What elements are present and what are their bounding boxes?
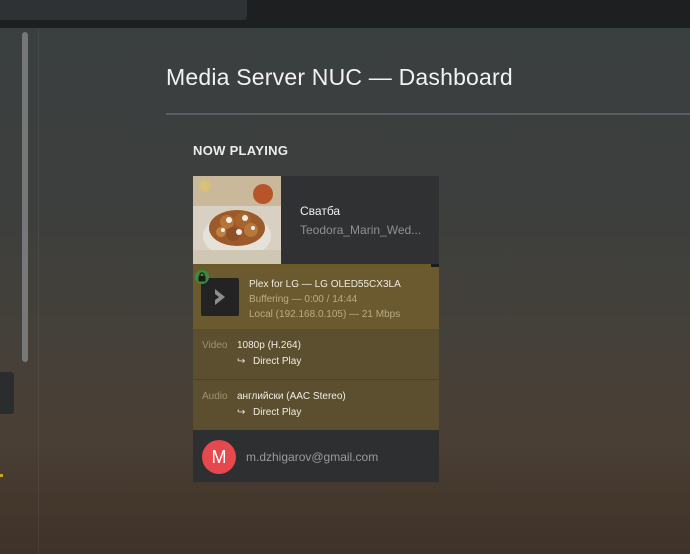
user-row[interactable]: M m.dzhigarov@gmail.com: [193, 430, 439, 482]
audio-mode: Direct Play: [253, 407, 302, 418]
now-playing-heading: NOW PLAYING: [193, 143, 289, 158]
player-device: Plex for LG — LG OLED55CX3LA: [249, 279, 401, 290]
direct-play-arrow-icon: ↪: [237, 356, 246, 367]
media-title[interactable]: Сватба: [300, 204, 340, 218]
sidebar-item-selected[interactable]: [0, 372, 14, 414]
media-subtitle: Teodora_Marin_Wed...: [300, 223, 422, 237]
title-divider: [166, 113, 690, 115]
player-status: Buffering — 0:00 / 14:44: [249, 294, 358, 305]
avatar[interactable]: M: [202, 440, 236, 474]
now-playing-card[interactable]: Сватба Teodora_Marin_Wed... Plex for LG …: [193, 176, 439, 482]
search-bar[interactable]: [0, 0, 247, 20]
sidebar-scrollbar-thumb[interactable]: [22, 32, 28, 362]
player-info: Plex for LG — LG OLED55CX3LA Buffering —…: [193, 267, 439, 329]
lock-icon: [195, 270, 209, 284]
page-title: Media Server NUC — Dashboard: [166, 64, 513, 90]
audio-stream-row: Audio английски (AAC Stereo) ↪ Direct Pl…: [193, 380, 439, 430]
direct-play-arrow-icon: ↪: [237, 407, 246, 418]
video-mode: Direct Play: [253, 356, 302, 367]
chevron-right-icon: [215, 289, 225, 305]
video-stream-row: Video 1080p (H.264) ↪ Direct Play: [193, 329, 439, 379]
user-email[interactable]: m.dzhigarov@gmail.com: [246, 450, 378, 464]
video-label: Video: [202, 340, 228, 351]
sidebar-indicator-dot: [0, 474, 3, 477]
sidebar-divider: [38, 28, 39, 554]
top-bar: [0, 0, 690, 28]
media-poster[interactable]: [193, 176, 281, 264]
device-icon: [201, 278, 239, 316]
audio-label: Audio: [202, 391, 228, 402]
audio-value: английски (AAC Stereo): [237, 391, 346, 402]
video-value: 1080p (H.264): [237, 340, 301, 351]
media-header[interactable]: Сватба Teodora_Marin_Wed...: [193, 176, 439, 264]
player-network: Local (192.168.0.105) — 21 Mbps: [249, 309, 401, 320]
